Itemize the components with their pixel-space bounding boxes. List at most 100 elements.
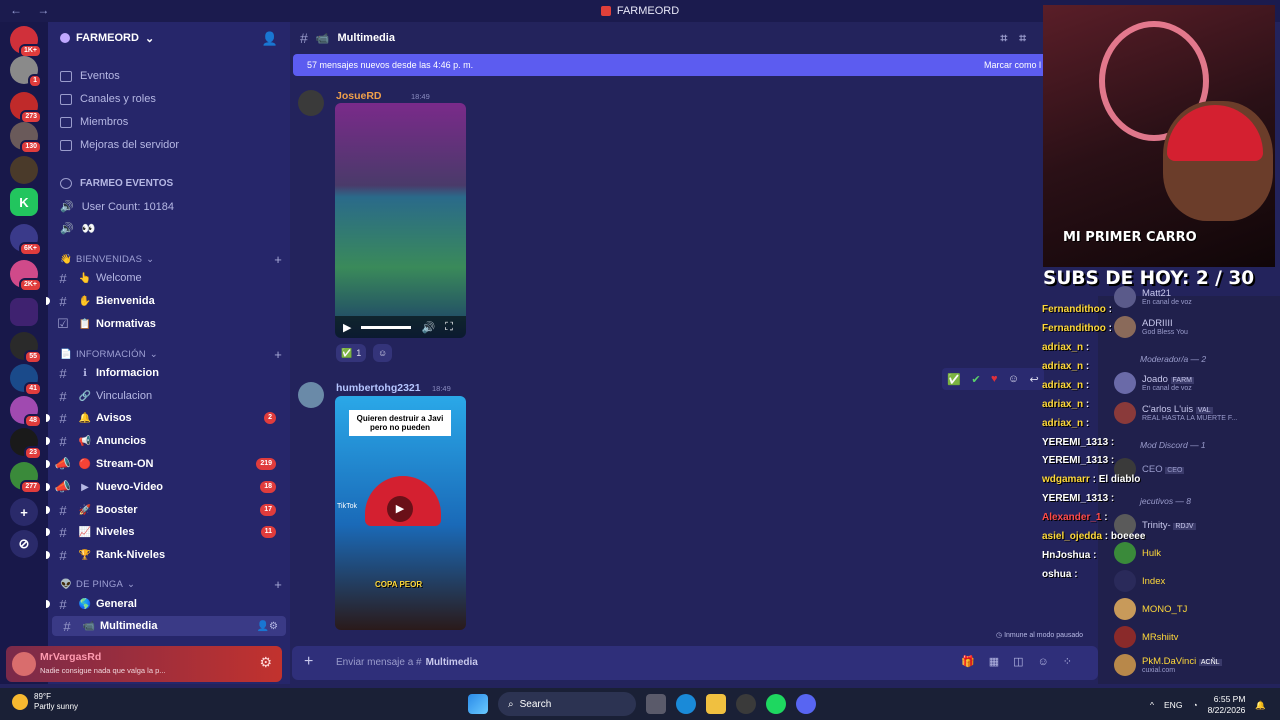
channel-anuncios[interactable]: # 📢 Anuncios <box>46 431 290 451</box>
message-author[interactable]: humbertohg2321 <box>336 382 421 394</box>
server-icon[interactable]: 273 <box>10 92 42 124</box>
avatar <box>1114 286 1136 308</box>
invite-icon[interactable]: 👤 <box>262 31 278 47</box>
edge-icon[interactable] <box>676 694 696 714</box>
reaction-button[interactable]: ✅ 1 <box>336 344 367 362</box>
folder-icon[interactable] <box>706 694 726 714</box>
member-item[interactable]: Matt21 En canal de voz <box>1114 286 1192 308</box>
server-icon[interactable]: 55 <box>10 332 42 364</box>
fullscreen-icon[interactable]: ⛶ <box>445 321 453 334</box>
avatar[interactable] <box>298 382 324 408</box>
avatar[interactable] <box>12 652 36 676</box>
channel-vinculacion[interactable]: # 🔗 Vinculacion <box>48 386 290 406</box>
notification-icon[interactable]: 🔔 <box>1255 700 1266 711</box>
volume-icon[interactable]: 🔊 <box>421 321 435 334</box>
channel-farmeo-eventos[interactable]: FARMEO EVENTOS <box>60 178 173 189</box>
language-indicator[interactable]: ENG <box>1164 700 1182 710</box>
channel-multimedia[interactable]: # 📹 Multimedia 👤⚙ <box>52 616 286 636</box>
member-item[interactable]: Index <box>1114 570 1165 592</box>
chevron-up-icon[interactable]: ^ <box>1150 700 1154 710</box>
attach-icon[interactable]: + <box>304 653 313 671</box>
category-informacion[interactable]: 📄 INFORMACIÓN ⌄ + <box>60 347 282 362</box>
channel-bienvenida[interactable]: # ✋ Bienvenida <box>46 291 290 311</box>
message-composer[interactable]: + Enviar mensaje a # Multimedia 🎁▦◫☺⁘ <box>292 646 1098 680</box>
clock[interactable]: 6:55 PM 8/22/2026 <box>1208 694 1246 716</box>
server-icon[interactable]: 2K+ <box>10 260 42 292</box>
channel-rank-niveles[interactable]: # 🏆 Rank-Niveles <box>46 545 290 565</box>
add-reaction-button[interactable]: ☺ <box>373 344 393 362</box>
task-view-icon[interactable] <box>646 694 666 714</box>
add-channel-icon[interactable]: + <box>274 577 282 592</box>
server-icon[interactable]: 48 <box>10 396 42 428</box>
spotify-icon[interactable] <box>766 694 786 714</box>
member-item[interactable]: MONO_TJ <box>1114 598 1187 620</box>
channel-booster[interactable]: # 🚀 Booster 17 <box>46 500 290 520</box>
explore-icon[interactable]: ⊘ <box>10 530 38 558</box>
discord-icon[interactable] <box>796 694 816 714</box>
message-author[interactable]: JosueRD <box>336 90 382 102</box>
server-icon[interactable]: 23 <box>10 428 42 460</box>
header-tools-icon[interactable]: ⌗⌗ <box>1000 31 1038 46</box>
category-bienvenidas[interactable]: 👋 BIENVENIDAS ⌄ + <box>60 252 282 267</box>
channel-avisos[interactable]: # 🔔 Avisos 2 <box>46 408 290 428</box>
speaker-icon: 🔊 <box>60 201 74 213</box>
play-icon[interactable]: ▶ <box>387 496 413 522</box>
mark-read-button[interactable]: Marcar como l <box>984 60 1041 70</box>
server-icon[interactable]: 6K+ <box>10 224 42 256</box>
search-box[interactable]: ⌕ Search <box>498 692 636 716</box>
member-item[interactable]: PkM.DaVinci ACÑL cuxial.com <box>1114 654 1222 676</box>
back-forward-icon[interactable]: ← → <box>10 3 55 17</box>
avatar[interactable] <box>298 90 324 116</box>
add-server-icon[interactable]: + <box>10 498 38 526</box>
channel-welcome[interactable]: # 👆 Welcome <box>48 268 290 288</box>
channel-settings-icon[interactable]: 👤⚙ <box>257 621 278 632</box>
server-folder-icon[interactable] <box>10 298 38 326</box>
server-icon[interactable] <box>10 156 38 184</box>
settings-icon[interactable]: ⚙ <box>259 654 272 671</box>
member-item[interactable]: MRshiitv <box>1114 626 1178 648</box>
menu-miembros[interactable]: Miembros <box>60 116 128 128</box>
server-icon[interactable]: 1K+ <box>10 26 42 58</box>
video-attachment[interactable]: ▶ 🔊 ⛶ <box>335 103 466 338</box>
heart-icon[interactable]: ♥ <box>991 373 998 385</box>
server-icon[interactable]: 41 <box>10 364 42 396</box>
wifi-icon[interactable]: ◔ <box>1192 700 1197 710</box>
play-icon[interactable]: ▶ <box>343 321 351 334</box>
member-item[interactable]: ADRIIII God Bless You <box>1114 316 1188 338</box>
menu-mejoras[interactable]: Mejoras del servidor <box>60 139 179 151</box>
emoji-icon[interactable]: ☺ <box>1008 373 1019 385</box>
server-icon[interactable]: 1 <box>10 56 42 88</box>
channel-normativas[interactable]: ☑ 📋 Normativas <box>48 314 290 334</box>
weather-widget[interactable]: 89°F Partly sunny <box>12 692 78 712</box>
obs-icon[interactable] <box>736 694 756 714</box>
menu-eventos[interactable]: Eventos <box>60 70 120 82</box>
add-channel-icon[interactable]: + <box>274 347 282 362</box>
member-item[interactable]: Hulk <box>1114 542 1161 564</box>
channel-general[interactable]: # 🌎 General <box>46 594 290 614</box>
member-item[interactable]: C'arlos L'uis VAL REAL HASTA LA MUERTE F.… <box>1114 402 1237 424</box>
server-header[interactable]: FARMEORD ⌄ 👤 <box>48 22 290 54</box>
composer-tools-icon[interactable]: 🎁▦◫☺⁘ <box>961 655 1086 668</box>
reply-icon[interactable]: ↩ <box>1030 373 1039 386</box>
server-icon[interactable]: K <box>10 188 38 216</box>
server-icon[interactable]: 130 <box>10 122 42 154</box>
video-progress[interactable] <box>361 325 412 329</box>
channel-user-count[interactable]: 🔊 User Count: 10184 <box>60 200 174 214</box>
channel-nuevo-video[interactable]: 📣 ▶ Nuevo-Video 18 <box>46 477 290 497</box>
channel-informacion[interactable]: # ℹ Informacion <box>48 363 290 383</box>
add-channel-icon[interactable]: + <box>274 252 282 267</box>
check-icon[interactable]: ✅ <box>947 373 961 386</box>
member-item[interactable]: Joado FARM En canal de voz <box>1114 372 1194 394</box>
video-attachment[interactable]: Quieren destruir a Javi pero no pueden ▶… <box>335 396 466 630</box>
new-messages-bar[interactable]: 57 mensajes nuevos desde las 4:46 p. m. … <box>293 54 1045 76</box>
channel-stream-on[interactable]: 📣 🔴 Stream-ON 219 <box>46 454 290 474</box>
search-icon: ⌕ <box>508 698 514 710</box>
start-icon[interactable] <box>468 694 488 714</box>
server-icon[interactable]: 277 <box>10 462 42 494</box>
menu-canales-roles[interactable]: Canales y roles <box>60 93 156 105</box>
channel-voice[interactable]: 🔊 👀 <box>60 222 95 235</box>
message-input[interactable]: Enviar mensaje a # Multimedia <box>336 657 478 668</box>
channel-niveles[interactable]: # 📈 Niveles 11 <box>46 522 290 542</box>
checkmark-icon[interactable]: ✔ <box>971 373 980 386</box>
category-de-pinga[interactable]: 👽 DE PINGA ⌄ + <box>60 577 282 592</box>
